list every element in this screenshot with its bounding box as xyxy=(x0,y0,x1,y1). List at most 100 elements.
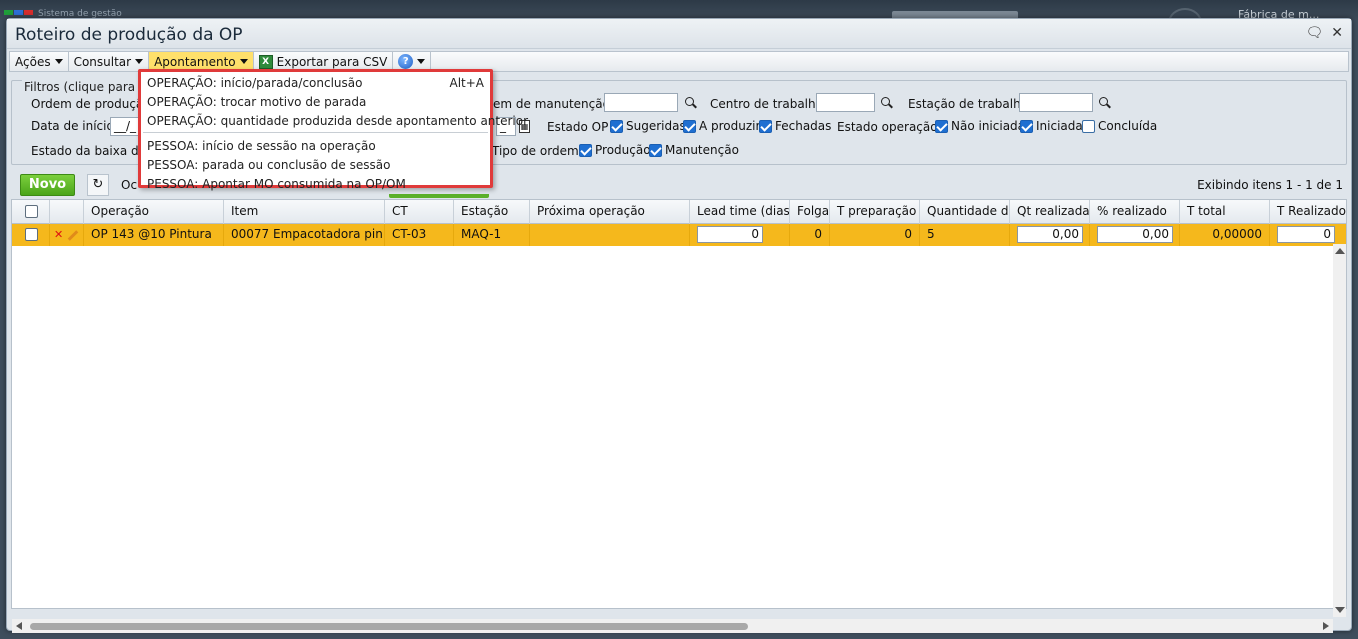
centro-trabalho-input[interactable] xyxy=(816,93,875,112)
data-inicio-input[interactable]: __/_ xyxy=(110,117,140,136)
col-qt-realizada[interactable]: Qt realizada xyxy=(1010,200,1090,224)
menu-item-operacao-trocar-motivo[interactable]: OPERAÇÃO: trocar motivo de parada xyxy=(141,93,490,112)
novo-button[interactable]: Novo xyxy=(20,174,75,196)
row-select-cell xyxy=(12,224,50,246)
edit-icon[interactable] xyxy=(67,230,79,241)
t-realizado-input[interactable]: 0 xyxy=(1277,226,1335,243)
cell-operacao: OP 143 @10 Pintura xyxy=(84,224,224,246)
col-t-realizado[interactable]: T Realizado xyxy=(1270,200,1346,224)
cell-t-realizado: 0 xyxy=(1270,224,1346,246)
ordem-producao-label: Ordem de produçã xyxy=(31,97,144,111)
operations-grid: Operação Item CT Estação Próxima operaçã… xyxy=(11,199,1347,609)
estado-op-label: Estado OP xyxy=(547,120,609,134)
cell-t-preparacao: 0 xyxy=(830,224,920,246)
refresh-icon[interactable]: ↻ xyxy=(87,174,109,196)
data-inicio-label: Data de início xyxy=(31,119,114,133)
cell-item: 00077 Empacotadora pin... xyxy=(224,224,385,246)
col-operacao[interactable]: Operação xyxy=(84,200,224,224)
export-csv-label: Exportar para CSV xyxy=(276,54,388,69)
apontamento-dropdown-menu: OPERAÇÃO: início/parada/conclusão Alt+A … xyxy=(138,69,528,191)
select-all-checkbox[interactable] xyxy=(25,205,38,218)
cell-lead-time: 0 xyxy=(690,224,790,246)
estado-baixa-label: Estado da baixa de xyxy=(31,144,147,158)
menu-separator xyxy=(143,132,488,133)
tipo-ordem-label: Tipo de ordem xyxy=(492,144,579,158)
close-icon[interactable]: ✕ xyxy=(1331,25,1343,41)
search-icon[interactable] xyxy=(1099,97,1111,109)
col-t-total[interactable]: T total xyxy=(1180,200,1270,224)
cell-folga: 0 xyxy=(790,224,830,246)
chevron-down-icon xyxy=(417,59,426,64)
table-row[interactable]: ✕ OP 143 @10 Pintura 00077 Empacotadora … xyxy=(12,224,1346,246)
menu-item-operacao-quantidade[interactable]: OPERAÇÃO: quantidade produzida desde apo… xyxy=(141,112,528,131)
scroll-up-icon[interactable] xyxy=(1335,248,1345,254)
consultar-menu-button[interactable]: Consultar xyxy=(69,52,150,71)
menu-shortcut: Alt+A xyxy=(449,76,484,90)
green-button-edge[interactable] xyxy=(389,194,489,198)
grid-item-count: Exibindo itens 1 - 1 de 1 xyxy=(1197,178,1343,192)
menu-item-pessoa-parada-sessao[interactable]: PESSOA: parada ou conclusão de sessão xyxy=(141,156,490,175)
scroll-down-icon[interactable] xyxy=(1335,607,1345,613)
menu-item-pessoa-apontar-mo[interactable]: PESSOA: Apontar MO consumida na OP/OM xyxy=(141,175,490,194)
window-header: Roteiro de produção da OP 🗨 ✕ xyxy=(7,19,1351,49)
nao-iniciada-checkbox[interactable]: Não iniciada xyxy=(935,119,1025,133)
horizontal-scroll-thumb[interactable] xyxy=(30,623,748,630)
vertical-scrollbar[interactable] xyxy=(1333,244,1346,617)
sugeridas-checkbox[interactable]: Sugeridas xyxy=(610,119,686,133)
lead-time-input[interactable]: 0 xyxy=(697,226,763,243)
manutencao-checkbox[interactable]: Manutenção xyxy=(649,143,739,157)
search-icon[interactable] xyxy=(881,97,893,109)
concluida-checkbox[interactable]: Concluída xyxy=(1082,119,1157,133)
horizontal-scrollbar[interactable] xyxy=(12,619,1333,633)
cell-estacao: MAQ-1 xyxy=(454,224,530,246)
col-proxima-operacao[interactable]: Próxima operação xyxy=(530,200,690,224)
fechadas-checkbox[interactable]: Fechadas xyxy=(759,119,831,133)
select-all-header xyxy=(12,200,50,224)
filters-legend[interactable]: Filtros (clique para o xyxy=(22,80,149,94)
cell-quantidade: 5 xyxy=(920,224,1010,246)
comment-icon[interactable]: 🗨 xyxy=(1305,25,1323,41)
pct-realizado-input[interactable]: 0,00 xyxy=(1097,226,1173,243)
apontamento-label: Apontamento xyxy=(154,54,236,69)
scroll-left-icon[interactable] xyxy=(16,622,22,630)
iniciada-checkbox[interactable]: Iniciada xyxy=(1020,119,1083,133)
ordem-manutencao-input[interactable] xyxy=(604,93,678,112)
col-t-preparacao[interactable]: T preparação xyxy=(830,200,920,224)
row-checkbox[interactable] xyxy=(25,228,38,241)
col-folga[interactable]: Folga xyxy=(790,200,830,224)
menu-item-pessoa-inicio-sessao[interactable]: PESSOA: início de sessão na operação xyxy=(141,137,490,156)
col-ct[interactable]: CT xyxy=(385,200,454,224)
centro-trabalho-label: Centro de trabalho xyxy=(710,97,823,111)
actions-header xyxy=(50,200,84,224)
chevron-down-icon xyxy=(135,59,144,64)
background-app-bar: Sistema de gestão Fábrica de m... xyxy=(0,0,1358,21)
producao-checkbox[interactable]: Produção xyxy=(579,143,651,157)
chevron-down-icon xyxy=(54,59,63,64)
cell-proxima-operacao xyxy=(530,224,690,246)
search-icon[interactable] xyxy=(685,97,697,109)
qt-realizada-input[interactable]: 0,00 xyxy=(1017,226,1083,243)
col-lead-time[interactable]: Lead time (dias) xyxy=(690,200,790,224)
col-estacao[interactable]: Estação xyxy=(454,200,530,224)
col-item[interactable]: Item xyxy=(224,200,385,224)
estacao-trabalho-label: Estação de trabalho xyxy=(908,97,1029,111)
window-title: Roteiro de produção da OP xyxy=(15,25,243,45)
col-quantidade[interactable]: Quantidade da xyxy=(920,200,1010,224)
estado-operacao-label: Estado operação xyxy=(837,120,938,134)
estacao-trabalho-input[interactable] xyxy=(1019,93,1093,112)
consultar-label: Consultar xyxy=(73,54,132,69)
acoes-label: Ações xyxy=(15,54,51,69)
menu-item-operacao-inicio[interactable]: OPERAÇÃO: início/parada/conclusão Alt+A xyxy=(141,74,490,93)
cell-pct-realizado: 0,00 xyxy=(1090,224,1180,246)
cell-t-total: 0,00000 xyxy=(1180,224,1270,246)
grid-header: Operação Item CT Estação Próxima operaçã… xyxy=(12,200,1346,224)
cell-ct: CT-03 xyxy=(385,224,454,246)
cell-qt-realizada: 0,00 xyxy=(1010,224,1090,246)
a-produzir-checkbox[interactable]: A produzir xyxy=(683,119,760,133)
delete-icon[interactable]: ✕ xyxy=(54,228,63,241)
col-pct-realizado[interactable]: % realizado xyxy=(1090,200,1180,224)
row-actions-cell: ✕ xyxy=(50,224,84,246)
chevron-down-icon xyxy=(239,59,248,64)
scroll-right-icon[interactable] xyxy=(1323,622,1329,630)
acoes-menu-button[interactable]: Ações xyxy=(10,52,69,71)
